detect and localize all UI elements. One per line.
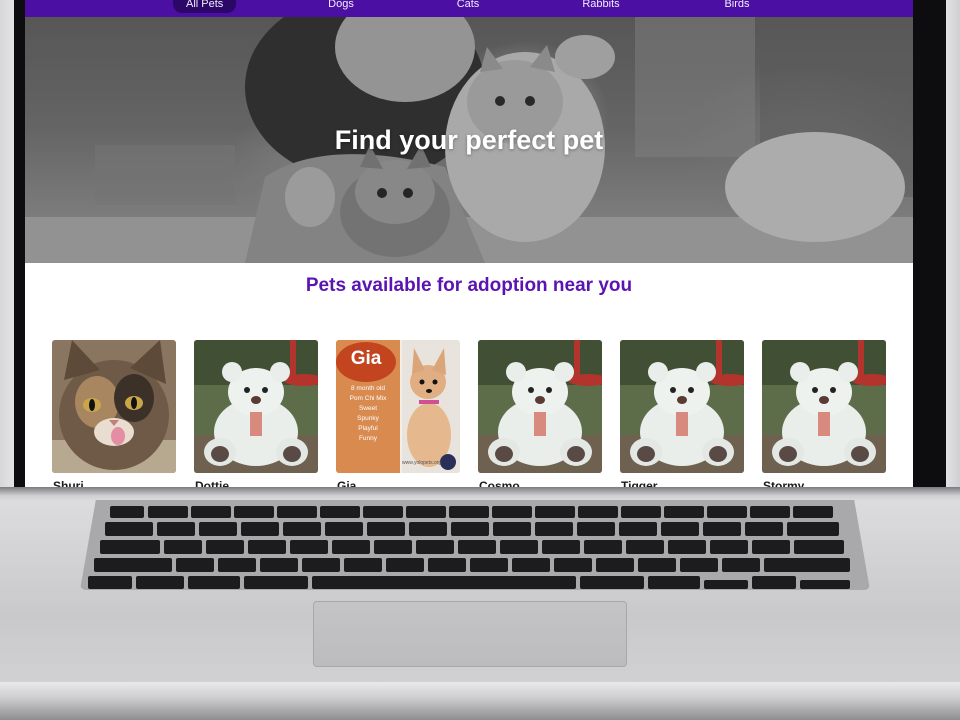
pet-name[interactable]: Stormy [763,479,804,487]
nav-tab-dogs[interactable]: Dogs [322,0,360,13]
website-screen: All Pets Dogs Cats Rabbits Birds Find yo… [25,0,913,487]
teddy-bear-placeholder-photo [194,340,318,473]
pet-card[interactable]: Gia 8 month old Pom Chi Mix Sweet Spunky… [336,340,460,487]
trackpad [313,601,627,667]
pet-name[interactable]: Dottie [195,479,229,487]
hero-banner: Find your perfect pet [25,17,913,263]
pet-name[interactable]: Gia [337,479,356,487]
laptop-hinge [0,487,960,495]
pet-name[interactable]: Tigger [621,479,657,487]
nav-tab-birds[interactable]: Birds [720,0,754,13]
flyer-footer: www.yolopets.org [402,460,442,466]
flyer-line: 8 month old [351,385,385,392]
pet-card[interactable]: Dottie [194,340,318,487]
flyer-line: Playful [358,425,378,432]
nav-tab-cats[interactable]: Cats [451,0,485,13]
flyer-line: Spunky [357,415,379,422]
keyboard [88,506,850,589]
teddy-bear-placeholder-photo [762,340,886,473]
section-title: Pets available for adoption near you [305,275,633,296]
teddy-bear-placeholder-photo [620,340,744,473]
teddy-bear-placeholder-photo [478,340,602,473]
pet-name[interactable]: Cosmo [479,479,520,487]
flyer-title: Gia [350,348,382,369]
pet-card[interactable]: Tigger [620,340,744,487]
dog-flyer-photo: Gia 8 month old Pom Chi Mix Sweet Spunky… [336,340,460,473]
pet-card[interactable]: Cosmo [478,340,602,487]
laptop-base-edge [0,682,960,720]
pet-name[interactable]: Shuri [53,479,84,487]
nav-tab-all-pets[interactable]: All Pets [173,0,237,13]
pet-card[interactable]: Shuri [52,340,176,487]
cat-photo [52,340,176,473]
flyer-line: Funny [358,435,378,442]
pet-card[interactable]: Stormy [762,340,886,487]
nav-tab-rabbits[interactable]: Rabbits [578,0,624,13]
hero-title: Find your perfect pet [334,125,604,155]
flyer-line: Sweet [358,405,378,412]
pet-type-nav: All Pets Dogs Cats Rabbits Birds [25,0,913,17]
flyer-line: Pom Chi Mix [349,395,387,402]
